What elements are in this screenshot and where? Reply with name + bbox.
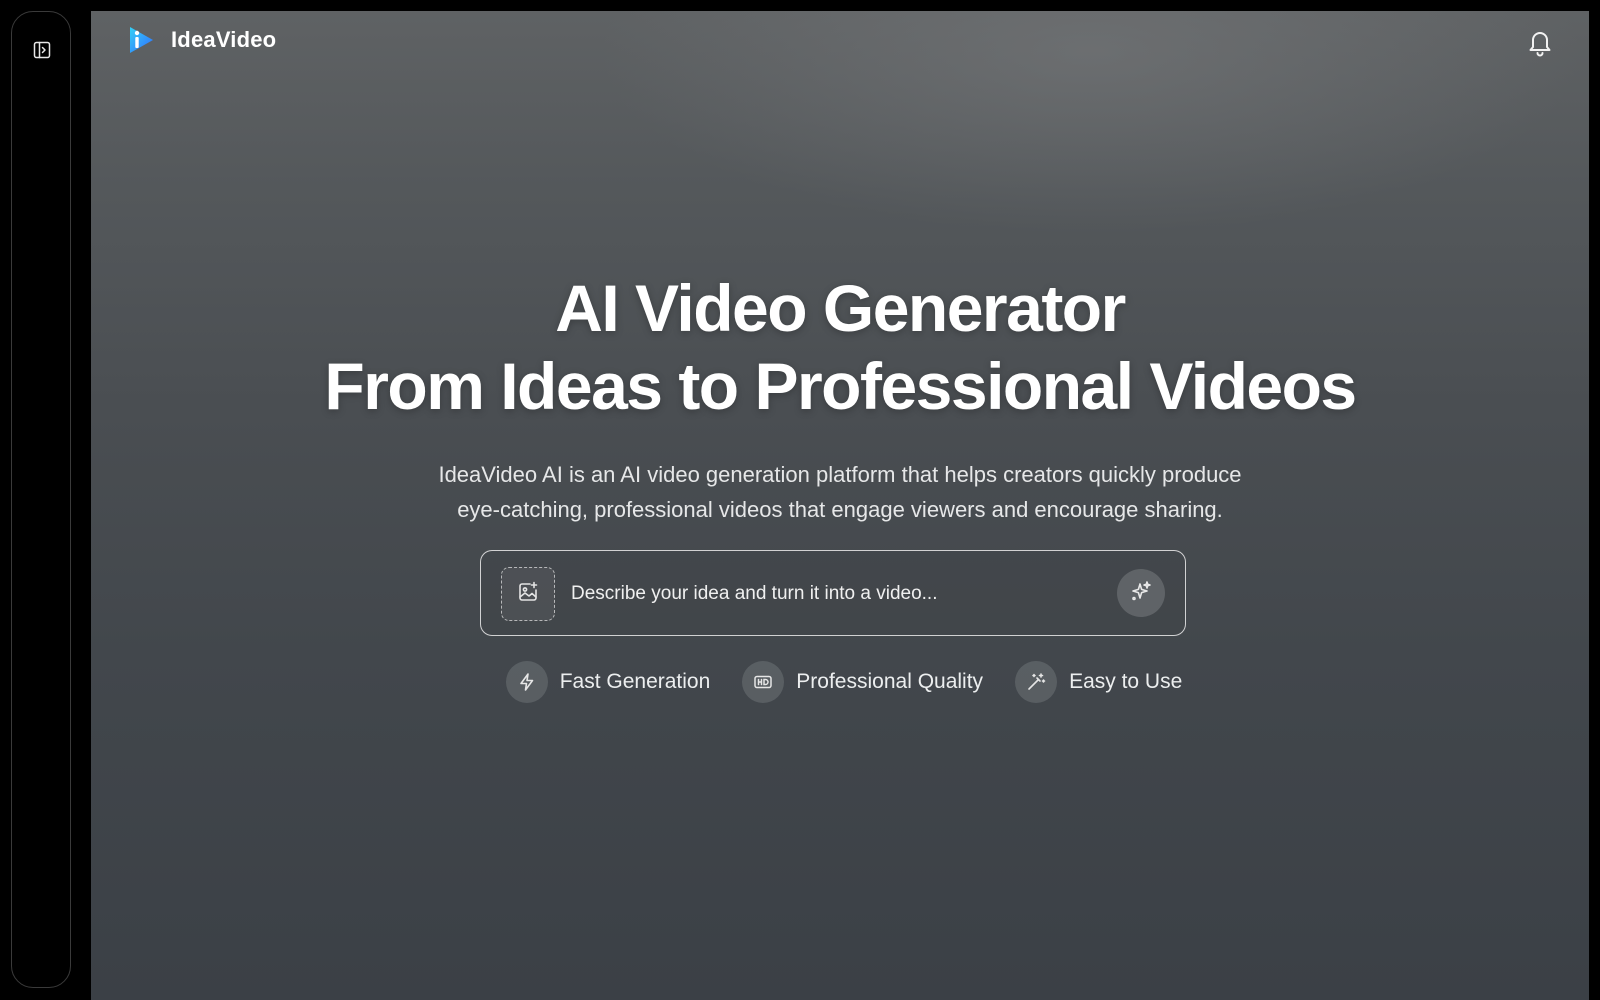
feature-label: Professional Quality [796,670,984,693]
app-window: IdeaVideo AI Video Generator From Ideas … [0,0,1600,1000]
prompt-input[interactable] [569,573,1093,615]
image-upload-button[interactable] [501,567,555,621]
title-line-2: From Ideas to Professional Videos [324,349,1357,423]
lightning-icon [505,661,548,703]
hero-section: AI Video Generator From Ideas to Profess… [91,269,1589,527]
subtitle-line-1: IdeaVideo AI is an AI video generation p… [438,462,1242,487]
subtitle-line-2: eye-catching, professional videos that e… [457,497,1223,522]
magic-wand-icon [1015,661,1058,703]
feature-professional-quality: Professional Quality [742,661,983,703]
sparkles-icon [1129,579,1153,607]
feature-fast-generation: Fast Generation [505,661,711,703]
sidebar-toggle-icon[interactable] [31,39,53,61]
main-panel: IdeaVideo AI Video Generator From Ideas … [91,11,1589,1000]
image-plus-icon [517,581,539,607]
hd-icon [742,661,785,703]
feature-label: Fast Generation [559,670,711,693]
generate-button[interactable] [1117,569,1165,617]
feature-list: Fast Generation Professional Quality Eas… [91,661,1589,703]
title-line-1: AI Video Generator [555,271,1126,345]
top-bar: IdeaVideo [91,11,1589,71]
page-title: AI Video Generator From Ideas to Profess… [91,269,1589,425]
play-triangle-logo-icon [127,25,155,55]
prompt-box [480,550,1186,636]
sidebar [11,11,71,988]
brand-name: IdeaVideo [171,27,277,52]
feature-label: Easy to Use [1069,670,1183,693]
bell-icon[interactable] [1525,27,1555,57]
brand-link[interactable]: IdeaVideo [127,25,276,55]
hero-subtitle: IdeaVideo AI is an AI video generation p… [390,457,1290,527]
feature-easy-to-use: Easy to Use [1015,661,1182,703]
